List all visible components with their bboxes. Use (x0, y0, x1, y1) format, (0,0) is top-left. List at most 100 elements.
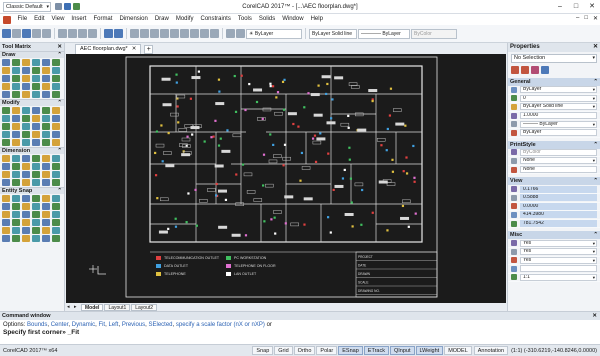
tool-icon[interactable] (52, 67, 60, 74)
property-value[interactable]: 1.0000 (520, 112, 597, 120)
tool-icon[interactable] (2, 123, 10, 130)
save-icon[interactable] (22, 29, 31, 38)
tool-icon[interactable] (2, 107, 10, 114)
tool-icon[interactable] (2, 163, 10, 170)
tool-icon[interactable] (32, 59, 40, 66)
drawing-canvas[interactable]: TELECOMMUNICATION OUTLET DATA OUTLET TELEP… (66, 54, 506, 303)
property-value[interactable]: 0.5888 (520, 194, 597, 202)
menu-draw[interactable]: Draw (151, 14, 172, 25)
save-icon[interactable] (64, 3, 71, 10)
tool-icon[interactable] (52, 171, 60, 178)
undo-icon[interactable] (104, 29, 113, 38)
tool-icon[interactable] (2, 179, 10, 186)
quick-select-icon[interactable] (511, 66, 519, 74)
undo-icon[interactable] (73, 3, 80, 10)
property-value[interactable]: Yes (520, 248, 597, 256)
properties-icon[interactable] (190, 29, 199, 38)
tool-icon[interactable] (32, 171, 40, 178)
command-option[interactable]: Previous (122, 322, 145, 328)
cut-icon[interactable] (58, 29, 67, 38)
annotation-scale-button[interactable]: Annotation (473, 346, 509, 355)
tool-icon[interactable] (22, 75, 30, 82)
status-toggle-qinput[interactable]: QInput (390, 346, 415, 355)
menu-solids[interactable]: Solids (255, 14, 278, 25)
property-value[interactable]: Yes (520, 256, 597, 264)
status-toggle-lweight[interactable]: LWeight (415, 346, 444, 355)
first-layout-arrow[interactable]: ◂ (67, 304, 73, 310)
menu-file[interactable]: File (14, 14, 31, 25)
tool-icon[interactable] (12, 115, 20, 122)
menu-dimension[interactable]: Dimension (116, 14, 151, 25)
tool-icon[interactable] (32, 139, 40, 146)
tool-icon[interactable] (52, 131, 60, 138)
tool-icon[interactable] (42, 91, 50, 98)
regen-icon[interactable] (180, 29, 189, 38)
tool-icon[interactable] (42, 171, 50, 178)
tool-icon[interactable] (22, 139, 30, 146)
tool-icon[interactable] (12, 179, 20, 186)
tool-icon[interactable] (52, 235, 60, 242)
tool-icon[interactable] (22, 203, 30, 210)
tool-icon[interactable] (52, 59, 60, 66)
property-value[interactable]: 0.0000 (520, 202, 597, 210)
tool-icon[interactable] (32, 203, 40, 210)
layer-manager-icon[interactable] (226, 29, 235, 38)
close-button[interactable]: ✕ (584, 0, 600, 13)
tool-icon[interactable] (52, 203, 60, 210)
tool-icon[interactable] (42, 203, 50, 210)
collapse-icon[interactable]: ⌃ (593, 141, 598, 149)
collapse-icon[interactable]: ⌃ (57, 148, 62, 154)
tool-icon[interactable] (42, 155, 50, 162)
tool-icon[interactable] (42, 83, 50, 90)
tool-icon[interactable] (42, 107, 50, 114)
status-toggle-model[interactable]: MODEL (444, 346, 472, 355)
tool-icon[interactable] (42, 139, 50, 146)
tool-icon[interactable] (12, 131, 20, 138)
tool-icon[interactable] (42, 75, 50, 82)
tool-icon[interactable] (42, 123, 50, 130)
property-value[interactable]: Yes (520, 239, 597, 247)
tool-icon[interactable] (42, 131, 50, 138)
tool-icon[interactable] (2, 203, 10, 210)
pan-icon[interactable] (130, 29, 139, 38)
tool-icon[interactable] (22, 219, 30, 226)
tool-icon[interactable] (32, 235, 40, 242)
tool-icon[interactable] (2, 139, 10, 146)
property-value[interactable]: 0 (520, 94, 597, 102)
tool-icon[interactable] (12, 171, 20, 178)
tool-icon[interactable] (52, 195, 60, 202)
tool-icon[interactable] (32, 75, 40, 82)
print-preview-icon[interactable] (42, 29, 51, 38)
doc-minimize-button[interactable]: – (576, 15, 579, 22)
property-value[interactable] (520, 265, 597, 273)
linetype-select[interactable]: ByLayer Solid line (309, 28, 357, 39)
command-option[interactable]: specify a scale factor (nX or nXP) (176, 322, 265, 328)
status-toggle-ortho[interactable]: Ortho (293, 346, 316, 355)
tool-icon[interactable] (22, 211, 30, 218)
menu-format[interactable]: Format (90, 14, 116, 25)
command-option[interactable]: SElected (149, 322, 173, 328)
tool-icon[interactable] (12, 91, 20, 98)
tool-icon[interactable] (12, 203, 20, 210)
tool-icon[interactable] (32, 123, 40, 130)
tool-icon[interactable] (22, 59, 30, 66)
tool-icon[interactable] (42, 59, 50, 66)
tool-icon[interactable] (42, 195, 50, 202)
tool-section-dimension[interactable]: Dimension ⌃ (0, 147, 64, 154)
status-toggle-esnap[interactable]: ESnap (338, 346, 363, 355)
tool-icon[interactable] (2, 219, 10, 226)
tool-icon[interactable] (2, 75, 10, 82)
tool-icon[interactable] (52, 115, 60, 122)
selection-select[interactable]: No Selection (511, 54, 597, 63)
tool-icon[interactable] (52, 219, 60, 226)
tool-icon[interactable] (2, 115, 10, 122)
menu-window[interactable]: Window (279, 14, 307, 25)
property-section-misc[interactable]: Misc ⌃ (508, 231, 600, 240)
property-value[interactable]: 1:1 (520, 273, 597, 281)
property-section-printstyle[interactable]: PrintStyle ⌃ (508, 140, 600, 149)
tool-icon[interactable] (12, 67, 20, 74)
property-value[interactable]: None (520, 166, 597, 174)
collapse-icon[interactable]: ⌃ (57, 100, 62, 106)
tool-icon[interactable] (22, 115, 30, 122)
tool-icon[interactable] (2, 195, 10, 202)
